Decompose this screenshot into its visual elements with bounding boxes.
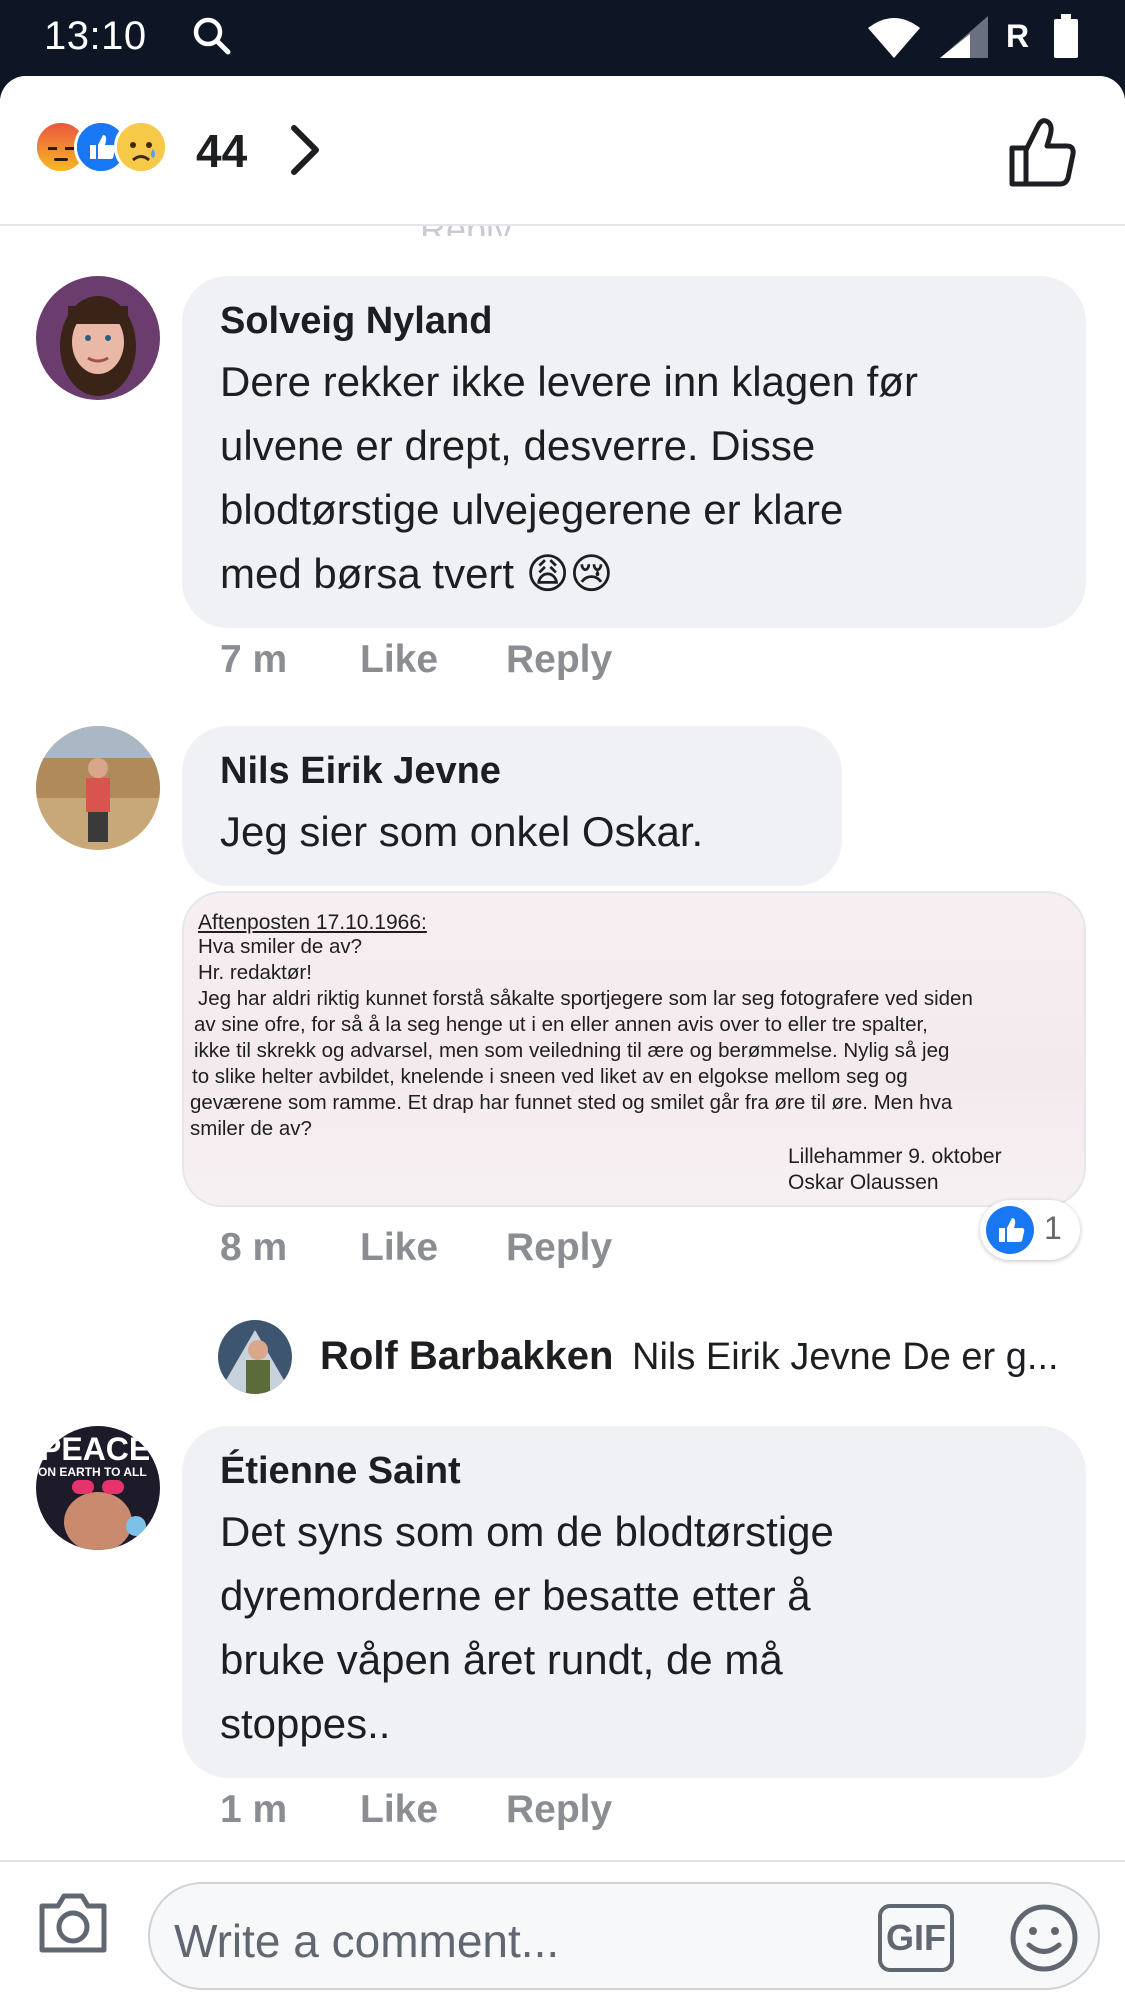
chevron-right-icon[interactable]	[284, 122, 324, 183]
image-heading: Aftenposten 17.10.1966:	[198, 911, 427, 934]
status-time: 13:10	[44, 14, 147, 58]
comment-text: Dere rekker ikke levere inn klagen før u…	[220, 358, 918, 597]
reply-link[interactable]: Reply	[506, 638, 612, 682]
image-line: smiler de av?	[190, 1117, 312, 1140]
image-line: geværene som ramme. Et drap har funnet s…	[190, 1091, 953, 1114]
emoji-smile-icon[interactable]	[1008, 1902, 1080, 1979]
like-link[interactable]: Like	[360, 638, 438, 682]
like-link[interactable]: Like	[360, 1226, 438, 1270]
comment-text: Jeg sier som onkel Oskar.	[220, 808, 704, 855]
reply-preview[interactable]: Rolf Barbakken Nils Eirik Jevne De er g.…	[218, 1316, 1098, 1396]
reactions-header: 44	[0, 76, 1125, 226]
svg-text:PEACE: PEACE	[40, 1431, 150, 1467]
comment-time: 7 m	[220, 638, 288, 681]
like-count: 1	[1044, 1210, 1062, 1246]
comment-time: 8 m	[220, 1226, 288, 1269]
reply-link[interactable]: Reply	[506, 1226, 612, 1270]
avatar-etienne[interactable]: PEACE ON EARTH TO ALL	[36, 1426, 160, 1550]
attached-newspaper-image[interactable]: Aftenposten 17.10.1966: Hva smiler de av…	[182, 891, 1086, 1207]
image-line: av sine ofre, for så å la seg henge ut i…	[194, 1013, 928, 1036]
like-link[interactable]: Like	[360, 1788, 438, 1832]
signal-icon	[940, 16, 988, 63]
comment-placeholder: Write a comment...	[174, 1915, 560, 1967]
search-icon	[192, 16, 232, 61]
wifi-icon	[866, 18, 922, 63]
comment-like-badge[interactable]: 1	[980, 1200, 1080, 1260]
comment-author[interactable]: Solveig Nyland	[220, 300, 492, 343]
avatar-solveig[interactable]	[36, 276, 160, 400]
comment-bubble[interactable]: Nils Eirik Jevne Jeg sier som onkel Oska…	[182, 726, 842, 886]
carrier-label: R	[1006, 18, 1030, 54]
avatar-rolf[interactable]	[218, 1320, 292, 1394]
image-line: ikke til skrekk og advarsel, men som vei…	[194, 1039, 950, 1062]
comment-input[interactable]: Write a comment... GIF	[148, 1882, 1100, 1990]
image-line: Jeg har aldri riktig kunnet forstå såkal…	[198, 987, 973, 1010]
image-line: Hr. redaktør!	[198, 961, 312, 984]
image-line: to slike helter avbildet, knelende i sne…	[192, 1065, 908, 1088]
image-signature-name: Oskar Olaussen	[788, 1171, 939, 1194]
like-thumb-icon[interactable]	[1008, 116, 1078, 193]
status-bar: 13:10 R	[0, 0, 1125, 76]
comment-text: Det syns som om de blodtørstige dyremord…	[220, 1508, 834, 1747]
gif-button[interactable]: GIF	[878, 1904, 954, 1972]
like-emoji-icon	[986, 1206, 1034, 1254]
reactions-count[interactable]: 44	[196, 124, 247, 178]
battery-icon	[1054, 14, 1078, 58]
image-signature-place: Lillehammer 9. oktober	[788, 1145, 1002, 1168]
reply-author[interactable]: Rolf Barbakken	[320, 1334, 613, 1379]
comment-time: 1 m	[220, 1788, 288, 1831]
image-line: Hva smiler de av?	[198, 935, 363, 958]
reply-text: Nils Eirik Jevne De er g...	[632, 1336, 1059, 1378]
sad-emoji-icon	[114, 120, 168, 174]
comment-bubble[interactable]: Solveig Nyland Dere rekker ikke levere i…	[182, 276, 1086, 628]
comment-bubble[interactable]: Étienne Saint Det syns som om de blodtør…	[182, 1426, 1086, 1778]
avatar-nils[interactable]	[36, 726, 160, 850]
svg-text:ON EARTH TO ALL: ON EARTH TO ALL	[38, 1465, 147, 1479]
comment-author[interactable]: Étienne Saint	[220, 1450, 461, 1493]
comments-sheet: 44 Reply Solveig Nyland Dere rekker ikke…	[0, 76, 1125, 2000]
comment-composer: Write a comment... GIF	[0, 1860, 1125, 2000]
comment-author[interactable]: Nils Eirik Jevne	[220, 750, 501, 793]
camera-icon[interactable]	[36, 1888, 110, 1961]
reply-link[interactable]: Reply	[506, 1788, 612, 1832]
